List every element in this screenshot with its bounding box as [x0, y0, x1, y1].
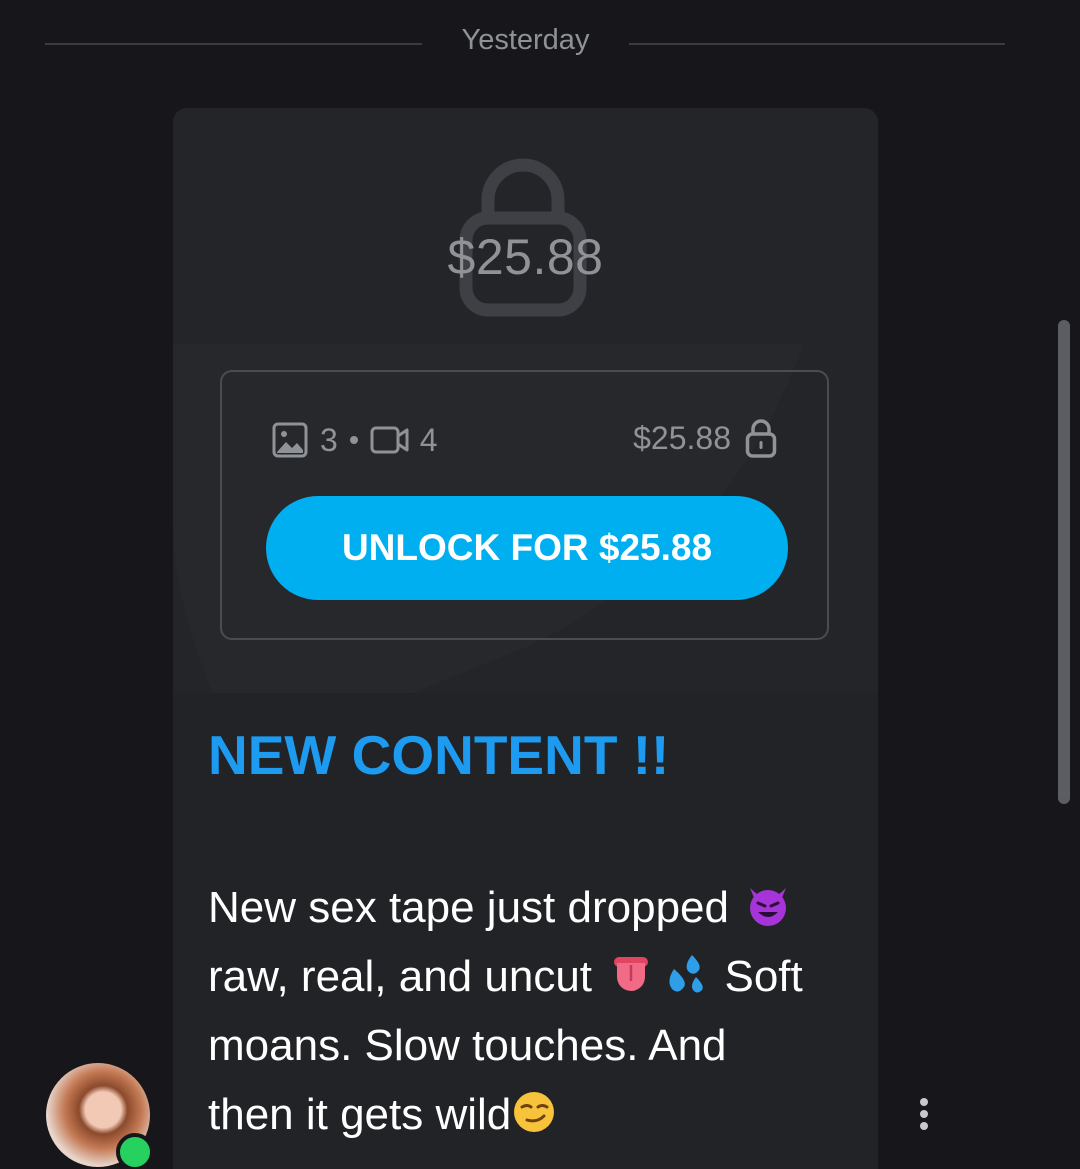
more-options-button[interactable] [908, 1094, 940, 1138]
message-line-2-tail: Soft [724, 952, 803, 1001]
online-status-indicator [116, 1133, 154, 1169]
message-line-2: raw, real, and uncut [208, 952, 593, 1001]
date-label: Yesterday [461, 24, 590, 56]
message-line-4: then it gets wild [208, 1090, 512, 1139]
message-body: NEW CONTENT !! New sex tape just dropped… [208, 720, 848, 1149]
smiling-devil-emoji [750, 888, 787, 926]
message-headline: NEW CONTENT !! [208, 724, 670, 786]
message-text: New sex tape just dropped raw, real, and… [208, 873, 848, 1149]
overlay-price: $25.88 [447, 229, 604, 285]
message-card: $25.88 3 4 $25.88 UNLOCK FOR $25.88 NEW … [173, 108, 878, 1169]
divider-line-left [45, 43, 422, 45]
photo-count: 3 [320, 421, 338, 458]
sweat-droplets-emoji [669, 955, 703, 993]
price-tag: $25.88 [633, 416, 777, 460]
message-line-1: New sex tape just dropped [208, 883, 729, 932]
unlock-panel: 3 4 $25.88 UNLOCK FOR $25.88 [220, 370, 829, 640]
more-dot-icon [920, 1122, 928, 1130]
chat-view: Yesterday $25.88 3 4 $25.88 UNLOCK FOR $… [0, 0, 1080, 1169]
divider-line-right [629, 43, 1005, 45]
video-icon [370, 426, 409, 454]
price-amount: $25.88 [633, 419, 731, 456]
unlock-button[interactable]: UNLOCK FOR $25.88 [266, 496, 788, 600]
video-count: 4 [419, 421, 438, 458]
smirking-face-emoji [514, 1092, 555, 1132]
locked-media-preview[interactable]: $25.88 3 4 $25.88 UNLOCK FOR $25.88 [173, 108, 878, 693]
tongue-emoji [614, 957, 649, 991]
separator-dot [349, 436, 358, 444]
more-dot-icon [920, 1110, 928, 1118]
more-dot-icon [920, 1098, 928, 1106]
message-line-3: moans. Slow touches. And [208, 1021, 727, 1070]
media-counts: 3 4 [272, 420, 438, 460]
image-icon [272, 422, 308, 458]
date-divider: Yesterday [45, 22, 1005, 66]
scrollbar-thumb[interactable] [1058, 320, 1070, 804]
small-lock-icon [745, 419, 777, 458]
